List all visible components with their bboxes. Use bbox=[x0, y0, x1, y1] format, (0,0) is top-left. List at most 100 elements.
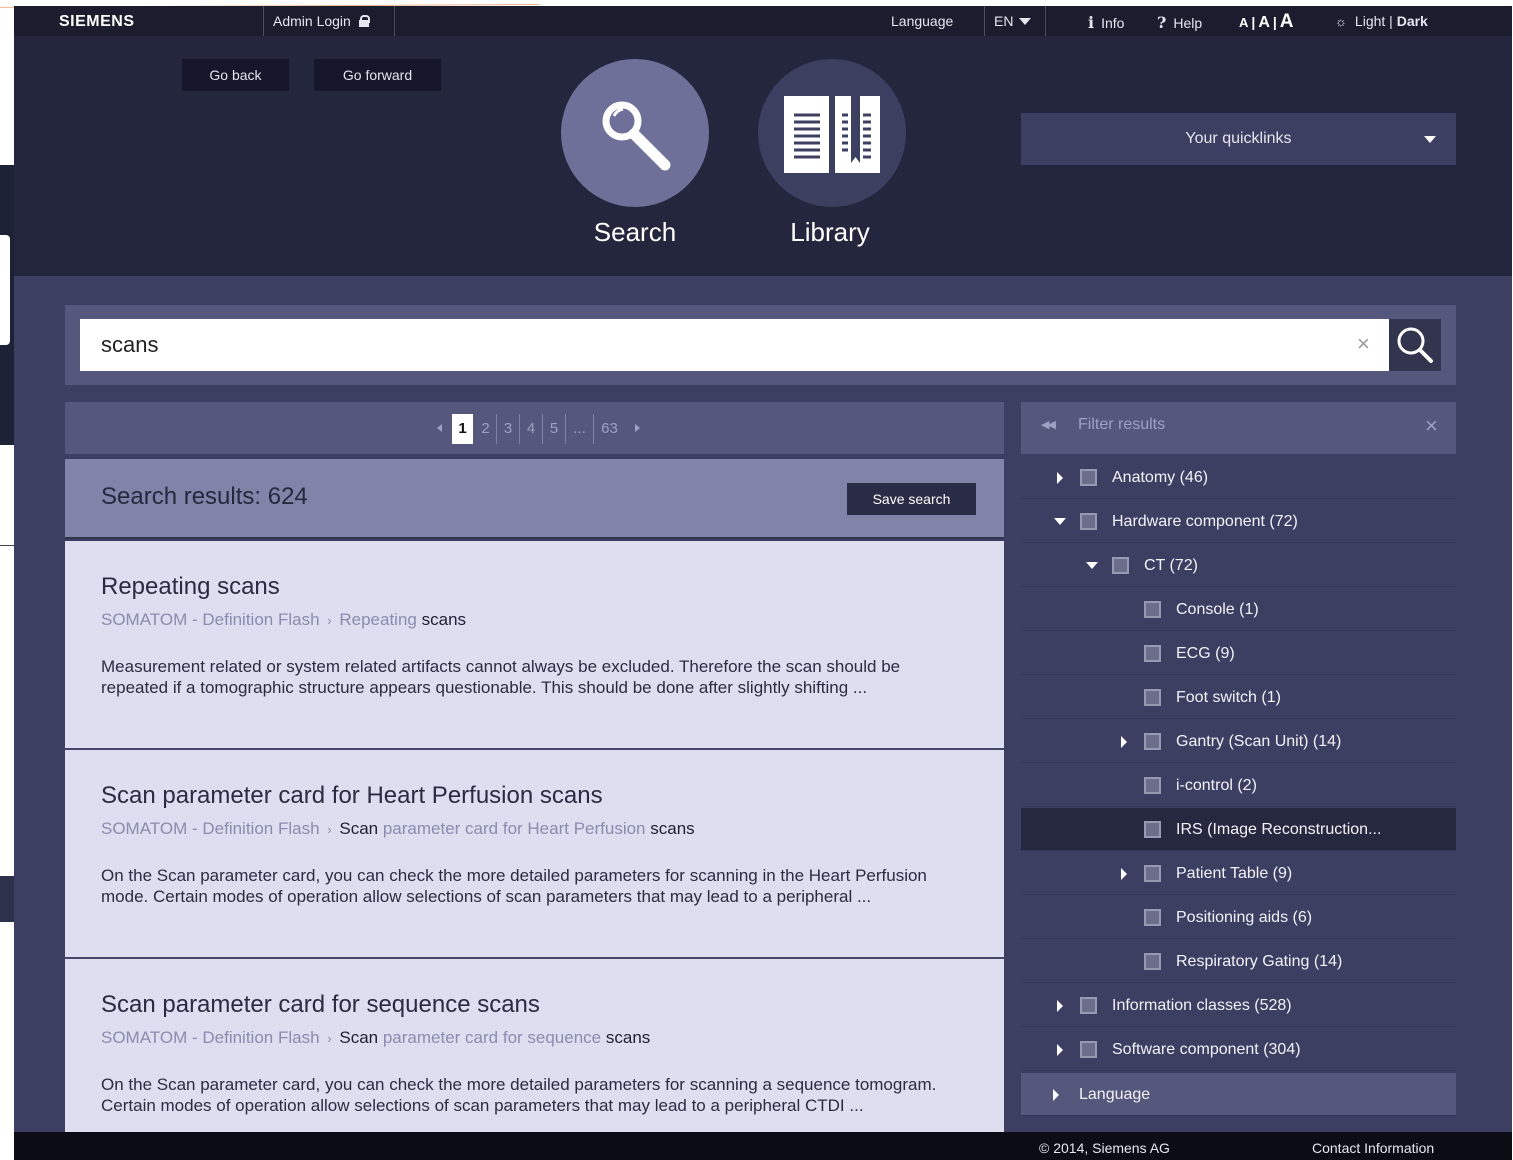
save-search-button[interactable]: Save search bbox=[847, 483, 976, 515]
result-item[interactable]: Scan parameter card for Heart Perfusion … bbox=[65, 750, 1004, 959]
magnifier-icon bbox=[602, 101, 671, 171]
filter-item-label: Gantry (Scan Unit) (14) bbox=[1176, 733, 1342, 750]
page-63[interactable]: 63 bbox=[593, 414, 625, 444]
page-1[interactable]: 1 bbox=[452, 414, 473, 444]
info-label: Info bbox=[1101, 15, 1125, 31]
page-3[interactable]: 3 bbox=[496, 414, 519, 444]
filter-item[interactable]: CT (72) bbox=[1021, 544, 1456, 587]
quicklinks-dropdown[interactable]: Your quicklinks bbox=[1021, 113, 1456, 165]
theme-dark[interactable]: Dark bbox=[1397, 13, 1428, 29]
filter-item-label: CT (72) bbox=[1144, 557, 1198, 574]
library-nav-button[interactable] bbox=[758, 59, 906, 207]
app-window: SIEMENS Admin Login Language EN i Info ? H… bbox=[14, 6, 1512, 1160]
language-select[interactable]: EN bbox=[984, 6, 1046, 36]
filter-header: ◀◀ Filter results × bbox=[1021, 402, 1456, 454]
filter-checkbox[interactable] bbox=[1144, 821, 1161, 838]
previous-page-icon[interactable] bbox=[437, 424, 442, 432]
chevron-right-icon[interactable] bbox=[1121, 868, 1127, 880]
filter-language-label: Language bbox=[1079, 1086, 1151, 1103]
result-title[interactable]: Scan parameter card for sequence scans bbox=[101, 991, 540, 1019]
crumb-product[interactable]: SOMATOM - Definition Flash bbox=[101, 1028, 320, 1047]
filter-item[interactable]: Information classes (528) bbox=[1021, 984, 1456, 1027]
chevron-right-icon[interactable] bbox=[1121, 736, 1127, 748]
filter-item[interactable]: Respiratory Gating (14) bbox=[1021, 940, 1456, 983]
go-back-button[interactable]: Go back bbox=[182, 59, 289, 91]
filter-checkbox[interactable] bbox=[1144, 909, 1161, 926]
filter-checkbox[interactable] bbox=[1144, 601, 1161, 618]
chevron-right-icon[interactable] bbox=[1057, 1000, 1063, 1012]
result-breadcrumb: SOMATOM - Definition Flash › Scan parame… bbox=[101, 1028, 650, 1048]
filter-checkbox[interactable] bbox=[1080, 513, 1097, 530]
crumb-separator: › bbox=[327, 822, 332, 837]
filter-checkbox[interactable] bbox=[1080, 469, 1097, 486]
crumb-part-match: Scan bbox=[339, 819, 379, 838]
filter-item-label: Console (1) bbox=[1176, 601, 1259, 618]
search-input[interactable] bbox=[80, 319, 1389, 371]
help-link[interactable]: ? Help bbox=[1157, 13, 1202, 32]
filter-item-label: Positioning aids (6) bbox=[1176, 909, 1313, 926]
filter-item[interactable]: Patient Table (9) bbox=[1021, 852, 1456, 895]
admin-login-button[interactable]: Admin Login bbox=[263, 6, 395, 36]
filter-item[interactable]: Hardware component (72) bbox=[1021, 500, 1456, 543]
chevron-down-icon[interactable] bbox=[1086, 562, 1098, 569]
result-item[interactable]: Scan parameter card for sequence scans S… bbox=[65, 959, 1004, 1159]
pagination: 1 2 3 4 5 ... 63 bbox=[65, 402, 1004, 454]
filter-item[interactable]: IRS (Image Reconstruction... bbox=[1021, 808, 1456, 851]
filter-item[interactable]: Software component (304) bbox=[1021, 1028, 1456, 1071]
next-page-icon[interactable] bbox=[635, 424, 640, 432]
filter-checkbox[interactable] bbox=[1080, 997, 1097, 1014]
filter-item[interactable]: ECG (9) bbox=[1021, 632, 1456, 675]
filter-checkbox[interactable] bbox=[1144, 777, 1161, 794]
go-forward-button[interactable]: Go forward bbox=[314, 59, 441, 91]
filter-checkbox[interactable] bbox=[1144, 645, 1161, 662]
chevron-down-icon[interactable] bbox=[1054, 518, 1066, 525]
page-5[interactable]: 5 bbox=[542, 414, 565, 444]
clear-search-icon[interactable]: × bbox=[1357, 331, 1370, 357]
result-title[interactable]: Scan parameter card for Heart Perfusion … bbox=[101, 782, 603, 810]
filter-checkbox[interactable] bbox=[1112, 557, 1129, 574]
search-submit-button[interactable] bbox=[1389, 319, 1441, 371]
font-size-large[interactable]: A bbox=[1280, 11, 1294, 32]
filter-item[interactable]: Console (1) bbox=[1021, 588, 1456, 631]
info-link[interactable]: i Info bbox=[1088, 13, 1124, 32]
result-title[interactable]: Repeating scans bbox=[101, 573, 280, 601]
font-size-switcher: A | A | A bbox=[1239, 11, 1294, 33]
filter-item[interactable]: Gantry (Scan Unit) (14) bbox=[1021, 720, 1456, 763]
crumb-product[interactable]: SOMATOM - Definition Flash bbox=[101, 819, 320, 838]
filter-item-label: Foot switch (1) bbox=[1176, 689, 1281, 706]
crumb-part-match: scans bbox=[605, 1028, 651, 1047]
result-snippet: Measurement related or system related ar… bbox=[101, 657, 901, 697]
filter-checkbox[interactable] bbox=[1144, 689, 1161, 706]
font-size-separator: | bbox=[1251, 14, 1256, 30]
page-2[interactable]: 2 bbox=[475, 414, 496, 444]
filter-item[interactable]: Foot switch (1) bbox=[1021, 676, 1456, 719]
collapse-filter-icon[interactable]: ◀◀ bbox=[1041, 418, 1056, 431]
filter-checkbox[interactable] bbox=[1080, 1041, 1097, 1058]
close-filter-icon[interactable]: × bbox=[1425, 413, 1438, 439]
font-size-medium[interactable]: A bbox=[1258, 14, 1270, 31]
filter-item[interactable]: Anatomy (46) bbox=[1021, 456, 1456, 499]
filter-item[interactable]: Positioning aids (6) bbox=[1021, 896, 1456, 939]
font-size-small[interactable]: A bbox=[1239, 15, 1248, 30]
theme-light[interactable]: Light bbox=[1355, 13, 1385, 29]
filter-checkbox[interactable] bbox=[1144, 953, 1161, 970]
lock-icon bbox=[358, 15, 370, 27]
filter-language-section[interactable]: Language bbox=[1021, 1073, 1456, 1116]
filter-checkbox[interactable] bbox=[1144, 733, 1161, 750]
filter-item-label: Respiratory Gating (14) bbox=[1176, 953, 1343, 970]
crumb-part: parameter card for sequence bbox=[382, 1028, 602, 1047]
chevron-right-icon[interactable] bbox=[1057, 472, 1063, 484]
chevron-right-icon[interactable] bbox=[1057, 1044, 1063, 1056]
footer: © 2014, Siemens AG Contact Information bbox=[14, 1132, 1512, 1160]
result-item[interactable]: Repeating scans SOMATOM - Definition Fla… bbox=[65, 541, 1004, 750]
filter-item-label: Information classes (528) bbox=[1112, 997, 1292, 1014]
info-icon: i bbox=[1088, 13, 1095, 32]
search-nav-button[interactable] bbox=[561, 59, 709, 207]
crumb-product[interactable]: SOMATOM - Definition Flash bbox=[101, 610, 320, 629]
language-label: Language bbox=[891, 13, 954, 29]
result-breadcrumb: SOMATOM - Definition Flash › Repeating s… bbox=[101, 610, 466, 630]
filter-checkbox[interactable] bbox=[1144, 865, 1161, 882]
filter-item[interactable]: i-control (2) bbox=[1021, 764, 1456, 807]
page-4[interactable]: 4 bbox=[519, 414, 542, 444]
contact-information-link[interactable]: Contact Information bbox=[1312, 1140, 1434, 1156]
